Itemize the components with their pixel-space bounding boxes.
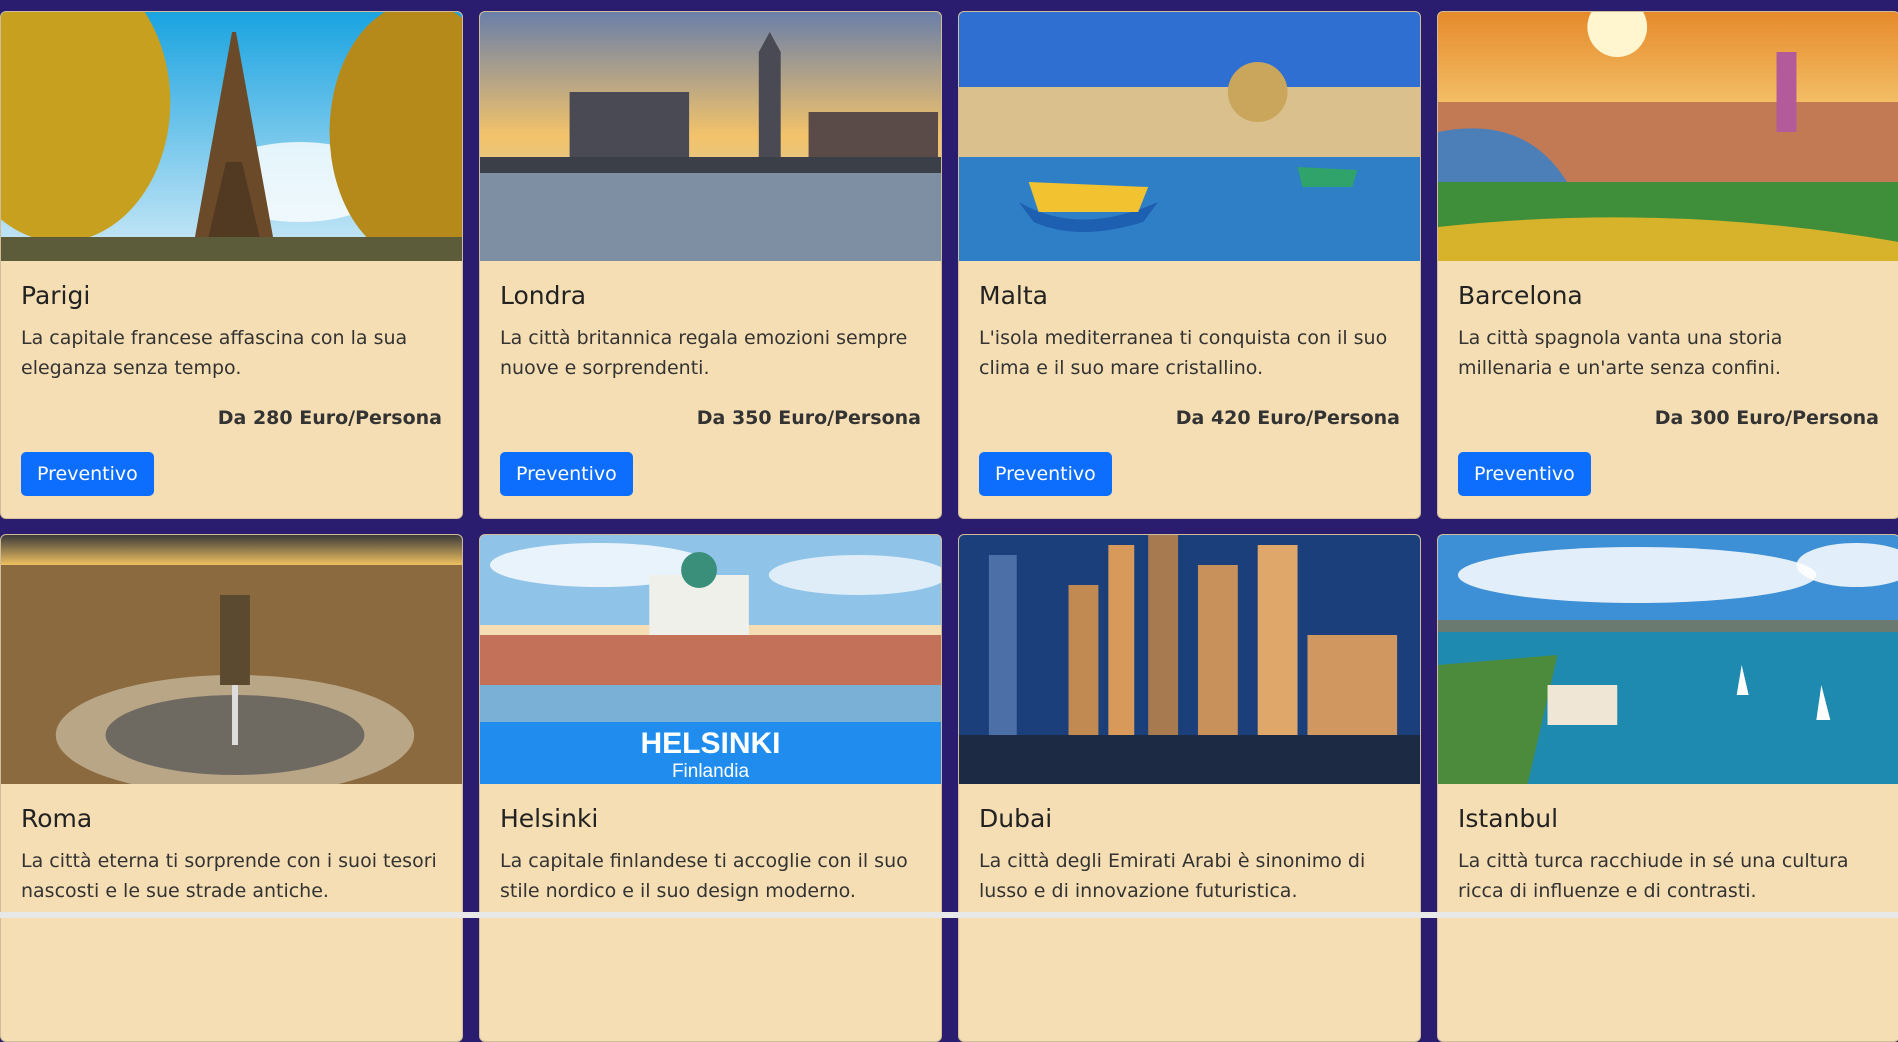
helsinki-image: HELSINKI Finlandia [480, 535, 941, 784]
destination-card-parigi: Parigi La capitale francese affascina co… [0, 11, 463, 519]
istanbul-image [1438, 535, 1898, 784]
card-title: Istanbul [1458, 804, 1559, 833]
image-caption-title: HELSINKI [640, 727, 781, 760]
londra-image [480, 12, 941, 261]
card-title: Malta [979, 281, 1048, 310]
card-title: Helsinki [500, 804, 599, 833]
preventivo-button[interactable]: Preventivo [979, 452, 1112, 496]
dubai-image [959, 535, 1420, 784]
destination-card-malta: Malta L'isola mediterranea ti conquista … [958, 11, 1421, 519]
card-description: La città spagnola vanta una storia mille… [1458, 327, 1783, 379]
horizontal-scrollbar[interactable] [0, 912, 1898, 918]
card-price: Da 350 Euro/Persona [696, 407, 921, 429]
barcelona-image [1438, 12, 1898, 261]
destination-card-roma: Roma La città eterna ti sorprende con i … [0, 534, 463, 1042]
preventivo-button[interactable]: Preventivo [1458, 452, 1591, 496]
parigi-image [1, 12, 462, 261]
card-price: Da 280 Euro/Persona [217, 407, 442, 429]
card-price: Da 300 Euro/Persona [1654, 407, 1879, 429]
card-title: Dubai [979, 804, 1053, 833]
image-caption-subtitle: Finlandia [671, 761, 750, 782]
preventivo-button[interactable]: Preventivo [21, 452, 154, 496]
card-title: Barcelona [1458, 281, 1583, 310]
destination-card-istanbul: Istanbul La città turca racchiude in sé … [1437, 534, 1898, 1042]
card-title: Parigi [21, 281, 91, 310]
card-description: La città turca racchiude in sé una cultu… [1458, 850, 1849, 902]
card-title: Londra [500, 281, 587, 310]
card-description: L'isola mediterranea ti conquista con il… [979, 327, 1388, 379]
card-description: La città degli Emirati Arabi è sinonimo … [979, 850, 1366, 902]
destination-card-londra: Londra La città britannica regala emozio… [479, 11, 942, 519]
destinations-grid: Parigi La capitale francese affascina co… [0, 11, 1898, 1042]
card-title: Roma [21, 804, 93, 833]
card-description: La città eterna ti sorprende con i suoi … [21, 850, 437, 902]
card-description: La capitale finlandese ti accoglie con i… [500, 850, 908, 902]
helsinki-image-caption: HELSINKI Finlandia [480, 722, 941, 784]
malta-image [959, 12, 1420, 261]
card-description: La città britannica regala emozioni semp… [500, 327, 908, 379]
card-description: La capitale francese affascina con la su… [21, 327, 408, 379]
roma-image [1, 535, 462, 784]
preventivo-button[interactable]: Preventivo [500, 452, 633, 496]
destination-card-dubai: Dubai La città degli Emirati Arabi è sin… [958, 534, 1421, 1042]
destination-card-helsinki: HELSINKI Finlandia Helsinki La capitale … [479, 534, 942, 1042]
destination-card-barcelona: Barcelona La città spagnola vanta una st… [1437, 11, 1898, 519]
card-price: Da 420 Euro/Persona [1175, 407, 1400, 429]
